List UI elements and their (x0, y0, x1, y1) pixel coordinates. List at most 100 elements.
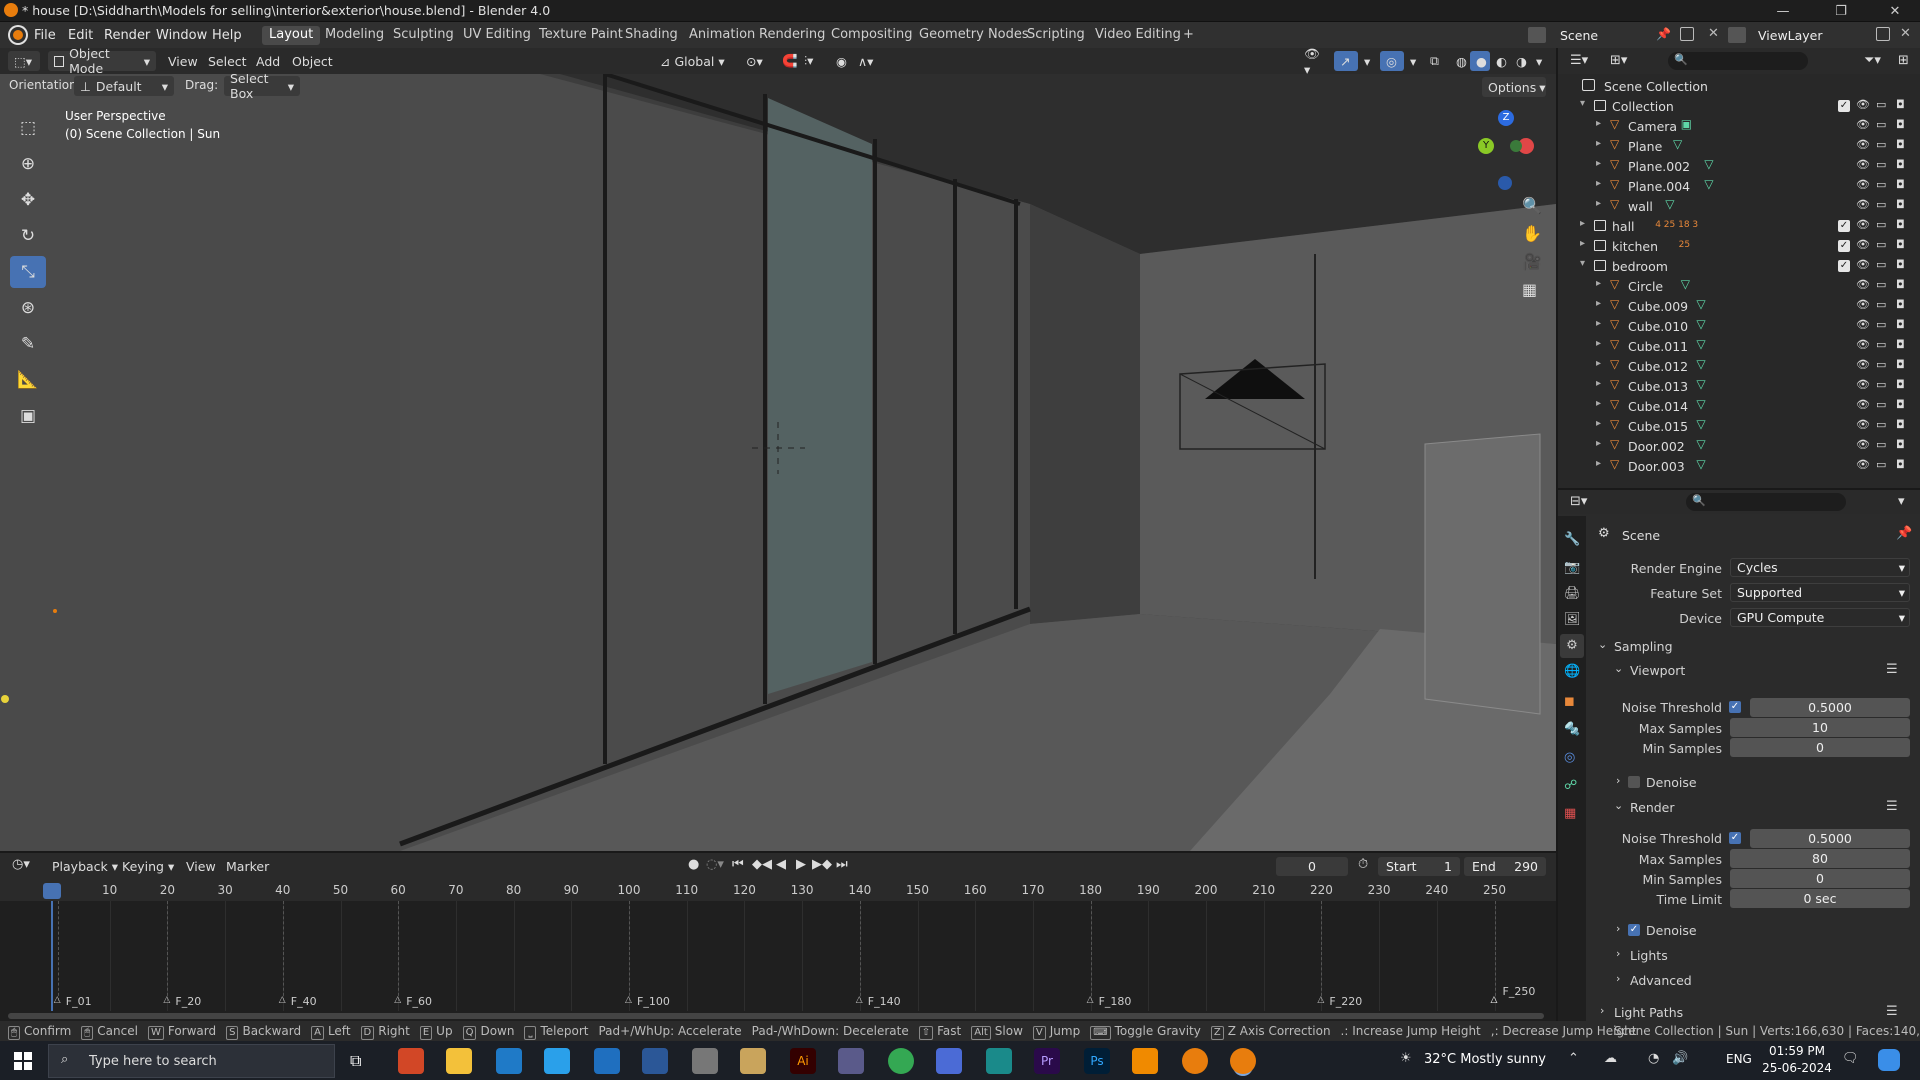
outliner-search-input[interactable]: 🔍 (1668, 52, 1808, 70)
add-menu[interactable]: Add (256, 54, 280, 69)
viewport-scene[interactable] (0, 74, 1556, 851)
marker-label[interactable]: F_220 (1329, 995, 1362, 1008)
viewport-disable-icon[interactable]: ▭ (1876, 138, 1886, 151)
menu-render[interactable]: Render (104, 28, 150, 43)
shading-wireframe-button[interactable]: ◍ (1450, 51, 1470, 71)
outliner-row-cube-012[interactable]: ▸ ▽ Cube.012 ▽ 👁 ▭ ◘ (1558, 356, 1920, 376)
render-camera-icon[interactable]: ◘ (1896, 318, 1905, 331)
viewport-min-samples-field[interactable]: 0 (1730, 738, 1910, 757)
marker-label[interactable]: F_60 (406, 995, 432, 1008)
render-camera-icon[interactable]: ◘ (1896, 158, 1905, 171)
photoshop-icon[interactable]: Ps (1084, 1048, 1110, 1074)
mesh-data-icon[interactable]: ▽ (1696, 337, 1705, 351)
play-icon[interactable]: ▶ (796, 857, 806, 872)
weather-text[interactable]: 32°C Mostly sunny (1424, 1052, 1546, 1067)
premiere-icon[interactable]: Pr (1034, 1048, 1060, 1074)
object-tab-icon[interactable]: ◼ (1564, 694, 1575, 709)
advanced-subpanel[interactable]: › Advanced (1614, 970, 1910, 992)
rotate-tool-icon[interactable]: ↻ (10, 220, 46, 252)
properties-search-input[interactable]: 🔍 (1686, 493, 1846, 511)
exclude-checkbox[interactable]: ✓ (1838, 100, 1850, 112)
render-engine-dropdown[interactable]: Cycles ▾ (1730, 558, 1910, 577)
outliner-row-cube-014[interactable]: ▸ ▽ Cube.014 ▽ 👁 ▭ ◘ (1558, 396, 1920, 416)
render-camera-icon[interactable]: ◘ (1896, 418, 1905, 431)
outliner-row-kitchen[interactable]: ▸ kitchen 25 ✓ 👁 ▭ ◘ (1558, 236, 1920, 256)
chevron-right-icon[interactable]: ▸ (1596, 178, 1601, 189)
clock-date[interactable]: 25-06-2024 (1762, 1061, 1832, 1075)
marker-label[interactable]: F_100 (637, 995, 670, 1008)
render-camera-icon[interactable]: ◘ (1896, 298, 1905, 311)
outliner-row-bedroom[interactable]: ▾ bedroom ✓ 👁 ▭ ◘ (1558, 256, 1920, 276)
language-indicator[interactable]: ENG (1726, 1052, 1752, 1066)
tab-rendering[interactable]: Rendering (752, 26, 832, 45)
snap-target-dropdown[interactable]: ⫶▾ (798, 51, 826, 71)
vlc-icon[interactable] (1132, 1048, 1158, 1074)
chevron-right-icon[interactable]: ▸ (1596, 318, 1601, 329)
feature-set-dropdown[interactable]: Supported ▾ (1730, 583, 1910, 602)
new-view-layer-icon[interactable] (1876, 27, 1890, 41)
select-box-tool-icon[interactable]: ⬚ (10, 112, 46, 144)
eye-icon[interactable]: 👁 (1856, 398, 1870, 411)
mesh-data-icon[interactable]: ▽ (1696, 317, 1705, 331)
render-camera-icon[interactable]: ◘ (1896, 98, 1905, 111)
chevron-right-icon[interactable]: ▸ (1596, 398, 1601, 409)
marker-label[interactable]: F_40 (291, 995, 317, 1008)
copilot-icon[interactable] (1878, 1049, 1900, 1071)
chevron-right-icon[interactable]: ▸ (1596, 158, 1601, 169)
scale-tool-icon[interactable]: ⤡ (10, 256, 46, 288)
render-camera-icon[interactable]: ◘ (1896, 138, 1905, 151)
constraint-tab-icon[interactable]: ☍ (1564, 778, 1577, 793)
word-icon[interactable] (642, 1048, 668, 1074)
app-icon[interactable] (692, 1048, 718, 1074)
output-tab-icon[interactable]: 🖨 (1564, 586, 1581, 601)
viewport-max-samples-field[interactable]: 10 (1730, 718, 1910, 737)
outliner-row-cube-013[interactable]: ▸ ▽ Cube.013 ▽ 👁 ▭ ◘ (1558, 376, 1920, 396)
microsoft-store-icon[interactable] (544, 1048, 570, 1074)
mesh-data-icon[interactable]: ▽ (1696, 297, 1705, 311)
eye-icon[interactable]: 👁 (1856, 318, 1870, 331)
filter-icon[interactable]: ⏷▾ (1864, 53, 1881, 68)
gizmo-neg-x[interactable] (1510, 140, 1522, 152)
object-menu[interactable]: Object (292, 54, 333, 69)
notification-icon[interactable]: 🗨 (1842, 1051, 1859, 1066)
mesh-data-icon[interactable]: ▽ (1696, 417, 1705, 431)
outliner-row-cube-009[interactable]: ▸ ▽ Cube.009 ▽ 👁 ▭ ◘ (1558, 296, 1920, 316)
eye-icon[interactable]: 👁 (1856, 358, 1870, 371)
auto-keying-icon[interactable]: ● (688, 857, 699, 872)
photos-icon[interactable] (594, 1048, 620, 1074)
marker-label[interactable]: F_140 (868, 995, 901, 1008)
blender-icon[interactable] (1182, 1048, 1208, 1074)
mesh-data-icon[interactable]: ▽ (1704, 157, 1713, 171)
gizmo-y-axis[interactable]: Y (1478, 138, 1494, 154)
annotate-tool-icon[interactable]: ✎ (10, 328, 46, 360)
tray-wifi-icon[interactable]: ◔ (1648, 1051, 1659, 1066)
editor-type-button[interactable]: ⬚▾ (8, 51, 40, 71)
marker-label[interactable]: F_20 (175, 995, 201, 1008)
viewport-disable-icon[interactable]: ▭ (1876, 378, 1886, 391)
keying-menu[interactable]: Keying ▾ (122, 859, 174, 874)
outliner-row-door-002[interactable]: ▸ ▽ Door.002 ▽ 👁 ▭ ◘ (1558, 436, 1920, 456)
mesh-data-icon[interactable]: ▽ (1665, 197, 1674, 211)
menu-edit[interactable]: Edit (68, 28, 93, 43)
overlays-toggle[interactable]: ◎ (1380, 51, 1404, 71)
tray-volume-icon[interactable]: 🔊 (1672, 1051, 1688, 1066)
render-noise-threshold-checkbox[interactable]: ✓ (1729, 832, 1741, 844)
render-camera-icon[interactable]: ◘ (1896, 118, 1905, 131)
archive-icon[interactable] (740, 1048, 766, 1074)
render-camera-icon[interactable]: ◘ (1896, 178, 1905, 191)
maximize-button[interactable]: ❐ (1818, 0, 1864, 22)
outliner-row-camera[interactable]: ▸ ▽ Camera ▣ 👁 ▭ ◘ (1558, 116, 1920, 136)
marker-triangle[interactable]: △ (279, 995, 286, 1005)
viewport-disable-icon[interactable]: ▭ (1876, 398, 1886, 411)
tab-scripting[interactable]: Scripting (1020, 26, 1092, 45)
viewport-disable-icon[interactable]: ▭ (1876, 238, 1886, 251)
zoom-icon[interactable]: 🔍 (1522, 196, 1542, 215)
viewport-disable-icon[interactable]: ▭ (1876, 418, 1886, 431)
close-button[interactable]: ✕ (1872, 0, 1918, 22)
eye-icon[interactable]: 👁 (1856, 118, 1870, 131)
eye-icon[interactable]: 👁 (1856, 218, 1870, 231)
render-subpanel-header[interactable]: ⌄ Render ☰ (1614, 797, 1910, 819)
modifier-tab-icon[interactable]: 🔩 (1564, 722, 1580, 737)
preview-range-icon[interactable]: ⏱ (1358, 857, 1368, 872)
chevron-right-icon[interactable]: ▸ (1596, 298, 1601, 309)
